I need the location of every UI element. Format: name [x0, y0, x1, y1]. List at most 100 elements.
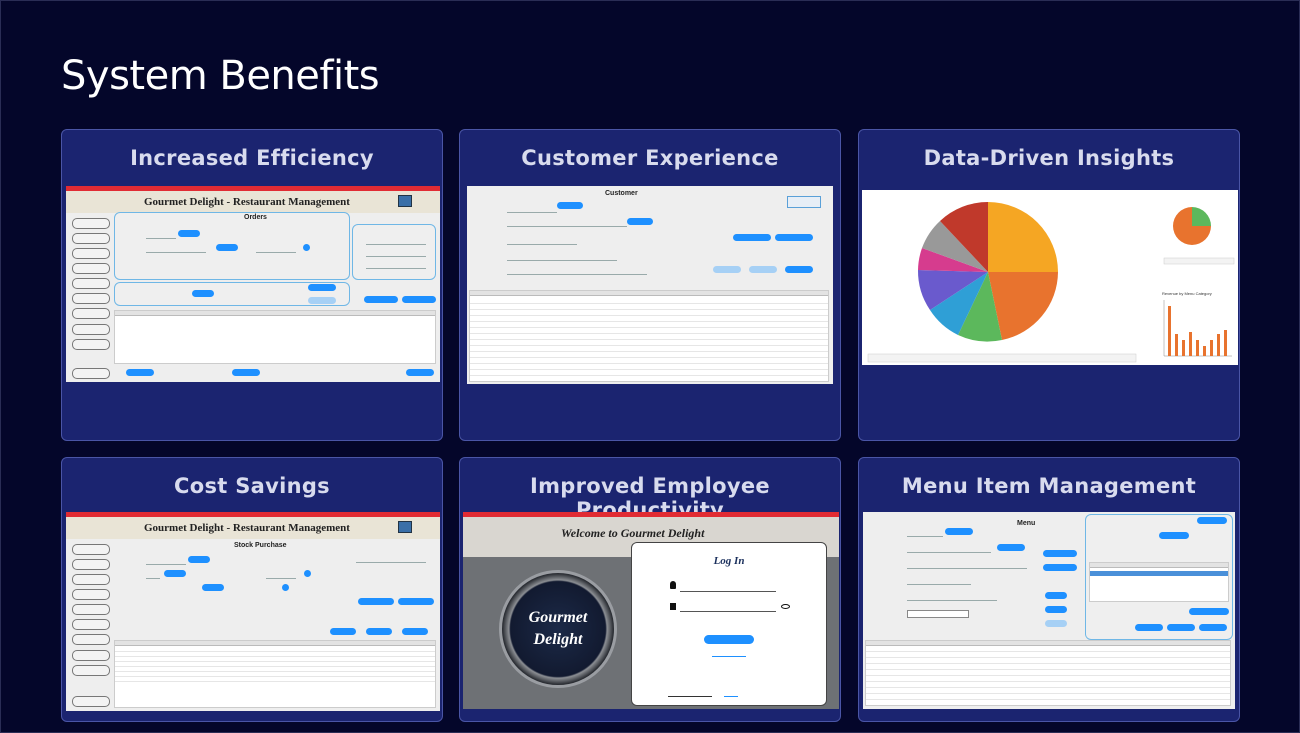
customer-screenshot: Customer	[467, 186, 833, 384]
delete-button[interactable]	[1045, 592, 1067, 599]
welcome-text: Welcome to Gourmet Delight	[561, 526, 705, 540]
search-button[interactable]	[188, 556, 210, 563]
search-button[interactable]	[557, 202, 583, 209]
panel-title: Menu	[1017, 520, 1036, 527]
card-increased-efficiency: Increased Efficiency Gourmet Delight - R…	[61, 129, 443, 441]
panel-title: Stock Purchase	[234, 542, 287, 549]
lock-icon	[670, 603, 676, 610]
nav-orders[interactable]	[72, 263, 110, 274]
panel-title: Orders	[244, 214, 267, 221]
logo-text-line2: Delight	[533, 631, 583, 648]
clear-textfields-button[interactable]	[775, 234, 813, 241]
delete-button[interactable]	[1135, 624, 1163, 631]
search-button[interactable]	[202, 584, 224, 591]
menu-screenshot: Menu	[863, 512, 1235, 709]
nav-employee[interactable]	[72, 559, 110, 570]
card-cost-savings: Cost Savings Gourmet Delight - Restauran…	[61, 457, 443, 722]
login-button[interactable]	[704, 635, 754, 644]
page-title: System Benefits	[61, 53, 380, 99]
add-supplier-icon[interactable]	[304, 570, 311, 577]
save-button[interactable]	[1199, 624, 1227, 631]
place-order-button[interactable]	[406, 369, 434, 376]
search-button[interactable]	[1159, 532, 1189, 539]
nav-stock-purchase[interactable]	[72, 665, 110, 676]
login-screenshot: Welcome to Gourmet Delight Gourmet Delig…	[463, 512, 839, 709]
search-button[interactable]	[164, 570, 186, 577]
nav-employee[interactable]	[72, 233, 110, 244]
kitchen-section-select[interactable]	[907, 610, 969, 618]
forgot-password-link[interactable]	[712, 656, 746, 657]
delete-button[interactable]	[232, 369, 260, 376]
save-button[interactable]	[1045, 620, 1067, 627]
card-data-driven-insights: Data-Driven Insights Revenue by Menu Cat…	[858, 129, 1240, 441]
nav-dashboard[interactable]	[72, 218, 110, 229]
app-title: Gourmet Delight - Restaurant Management	[144, 196, 350, 208]
card-menu-item-management: Menu Item Management Menu	[858, 457, 1240, 722]
orders-table	[114, 310, 436, 364]
nav-tables[interactable]	[72, 308, 110, 319]
card-title: Cost Savings	[174, 474, 330, 498]
nav-reservations[interactable]	[72, 650, 110, 661]
orders-screenshot: Gourmet Delight - Restaurant Management …	[66, 186, 440, 382]
nav-menu[interactable]	[72, 574, 110, 585]
selected-row[interactable]	[1090, 571, 1228, 576]
app-logo-icon	[398, 521, 412, 533]
update-button[interactable]	[366, 628, 392, 635]
clear-textfields-button[interactable]	[1043, 564, 1077, 571]
app-header: Gourmet Delight - Restaurant Management	[66, 517, 440, 539]
nav-tables[interactable]	[72, 634, 110, 645]
clear-textfields-button[interactable]	[402, 296, 436, 303]
inventory-table	[1089, 562, 1229, 602]
clear-textfields-button[interactable]	[1189, 608, 1229, 615]
delete-button[interactable]	[713, 266, 741, 273]
app-logo-icon	[398, 195, 412, 207]
username-field[interactable]	[680, 591, 776, 592]
login-title: Log In	[713, 555, 745, 567]
nav-customers[interactable]	[72, 278, 110, 289]
search-button[interactable]	[192, 290, 214, 297]
nav-orders[interactable]	[72, 589, 110, 600]
app-header: Gourmet Delight - Restaurant Management	[66, 191, 440, 213]
load-all-data-button[interactable]	[1043, 550, 1077, 557]
bar-chart-title: Revenue by Menu Category	[1162, 291, 1212, 296]
load-all-data-button[interactable]	[733, 234, 771, 241]
nav-dashboard[interactable]	[72, 544, 110, 555]
show-password-icon[interactable]	[781, 604, 790, 609]
add-new-purchase-button[interactable]	[358, 598, 394, 605]
add-item-button[interactable]	[308, 284, 336, 291]
add-new-order-button[interactable]	[364, 296, 398, 303]
stock-purchase-screenshot: Gourmet Delight - Restaurant Management …	[66, 512, 440, 711]
password-field[interactable]	[680, 611, 776, 612]
add-customer-icon[interactable]	[303, 244, 310, 251]
delete-button[interactable]	[330, 628, 356, 635]
nav-inventory[interactable]	[72, 619, 110, 630]
clear-textfields-button[interactable]	[398, 598, 434, 605]
user-icon	[670, 581, 676, 589]
logo-text-line1: Gourmet	[528, 609, 588, 626]
search-button[interactable]	[1197, 517, 1227, 524]
update-button[interactable]	[1045, 606, 1067, 613]
search-button[interactable]	[216, 244, 238, 251]
order-meta-panel	[352, 224, 436, 280]
app-title: Gourmet Delight - Restaurant Management	[144, 522, 350, 534]
nav-logout[interactable]	[72, 696, 110, 707]
completed-button[interactable]	[126, 369, 154, 376]
search-button[interactable]	[627, 218, 653, 225]
nav-stock-purchase[interactable]	[72, 339, 110, 350]
save-button[interactable]	[785, 266, 813, 273]
search-button[interactable]	[945, 528, 973, 535]
nav-inventory[interactable]	[72, 293, 110, 304]
update-button[interactable]	[749, 266, 777, 273]
stock-purchase-table	[114, 640, 436, 708]
nav-logout[interactable]	[72, 368, 110, 379]
nav-reservations[interactable]	[72, 324, 110, 335]
save-button[interactable]	[402, 628, 428, 635]
nav-customers[interactable]	[72, 604, 110, 615]
sign-up-link[interactable]	[724, 696, 738, 697]
search-button[interactable]	[178, 230, 200, 237]
update-button[interactable]	[1167, 624, 1195, 631]
nav-menu[interactable]	[72, 248, 110, 259]
add-item-icon[interactable]	[282, 584, 289, 591]
remove-item-button[interactable]	[308, 297, 336, 304]
search-button[interactable]	[997, 544, 1025, 551]
